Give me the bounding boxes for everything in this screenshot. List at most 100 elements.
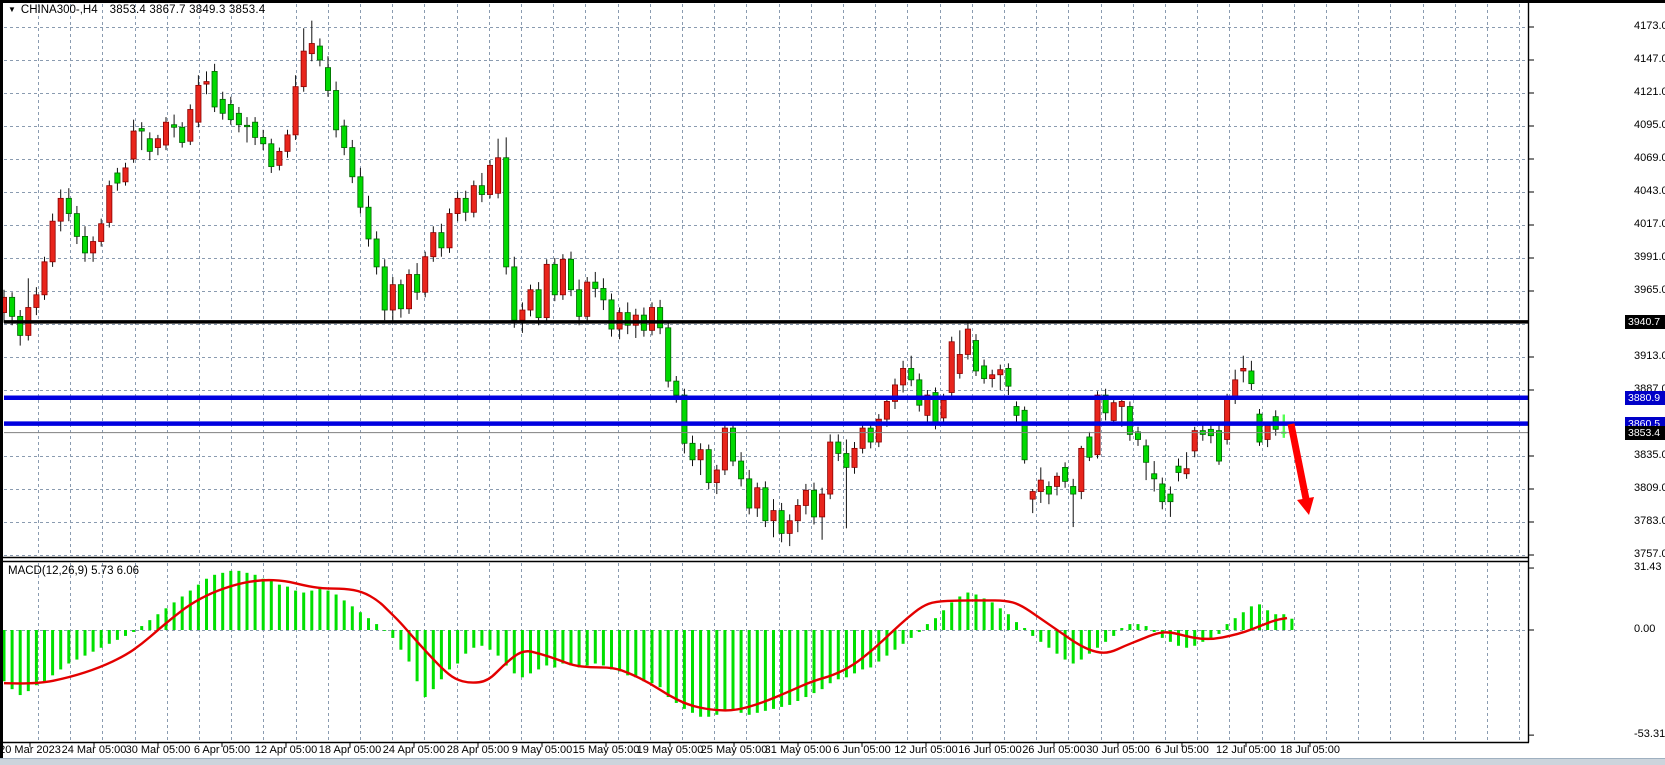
bull-candle-body (1225, 398, 1230, 440)
macd-histogram-bar (1282, 614, 1285, 630)
bull-candle-body (795, 505, 800, 520)
date-axis-label[interactable]: 16 Jun 05:00 (958, 744, 1022, 756)
price-axis-label: 3991.0 (1634, 251, 1665, 263)
price-axis-label: 4121.0 (1634, 86, 1665, 98)
macd-histogram-bar (165, 608, 168, 630)
bull-candle-body (787, 521, 792, 534)
bull-candle-body (1192, 431, 1197, 451)
macd-histogram-bar (51, 630, 54, 675)
date-axis-label[interactable]: 15 May 05:00 (573, 744, 640, 756)
bear-candle-body (504, 158, 509, 267)
macd-histogram-bar (1242, 612, 1245, 630)
bear-candle-body (868, 428, 873, 442)
macd-name: MACD(12,26,9) (8, 565, 88, 577)
macd-indicator-label: MACD(12,26,9) 5.73 6.06 (8, 565, 139, 577)
bull-candle-body (698, 450, 703, 460)
macd-histogram-bar (667, 630, 670, 697)
bull-candle-body (1079, 448, 1084, 491)
bull-candle-body (423, 257, 428, 293)
symbol-info-bar[interactable]: ▼CHINA300-,H43853.4 3867.7 3849.3 3853.4 (8, 4, 265, 16)
macd-histogram-bar (950, 602, 953, 630)
macd-histogram-bar (1209, 630, 1212, 638)
bear-candle-body (82, 236, 87, 252)
macd-histogram-bar (367, 618, 370, 630)
date-axis-label[interactable]: 31 May 05:00 (765, 744, 832, 756)
bear-candle-body (568, 259, 573, 289)
macd-histogram-bar (942, 610, 945, 630)
bear-candle-body (1127, 406, 1132, 434)
bear-candle-body (690, 443, 695, 459)
macd-histogram-bar (11, 630, 14, 689)
macd-histogram-bar (545, 630, 548, 665)
bear-candle-body (382, 267, 387, 310)
date-axis-label[interactable]: 12 Jun 05:00 (894, 744, 958, 756)
macd-histogram-bar (19, 630, 22, 695)
date-axis-label[interactable]: 18 Apr 05:00 (319, 744, 381, 756)
date-axis-label[interactable]: 12 Jul 05:00 (1216, 744, 1276, 756)
bear-candle-body (66, 198, 71, 213)
date-axis-label[interactable]: 6 Apr 05:00 (194, 744, 250, 756)
bear-candle-body (220, 99, 225, 113)
macd-histogram-bar (399, 630, 402, 650)
bear-candle-body (779, 511, 784, 534)
symbol-dropdown-icon[interactable]: ▼ (8, 5, 16, 14)
macd-histogram-bar (197, 585, 200, 630)
date-axis-label[interactable]: 30 Mar 05:00 (126, 744, 191, 756)
macd-axis-label: 31.43 (1634, 561, 1662, 573)
date-axis-label[interactable]: 25 May 05:00 (701, 744, 768, 756)
bull-candle-body (50, 221, 55, 262)
macd-histogram-bar (262, 579, 265, 630)
date-axis-label[interactable]: 28 Apr 05:00 (447, 744, 509, 756)
bear-candle-body (982, 366, 987, 379)
macd-histogram-bar (359, 612, 362, 630)
macd-histogram-bar (1185, 630, 1188, 648)
macd-histogram-bar (480, 630, 483, 646)
macd-histogram-bar (1161, 630, 1164, 638)
bull-candle-body (1054, 476, 1059, 486)
macd-histogram-bar (472, 630, 475, 648)
date-axis-label[interactable]: 24 Mar 05:00 (62, 744, 127, 756)
horizontal-scrollbar-strip[interactable] (0, 758, 1665, 765)
price-axis-label: 4017.0 (1634, 218, 1665, 230)
date-axis-label[interactable]: 6 Jul 05:00 (1155, 744, 1209, 756)
macd-histogram-bar (861, 630, 864, 669)
chart-canvas[interactable] (0, 0, 1665, 765)
macd-histogram-bar (505, 630, 508, 665)
macd-histogram-bar (1056, 630, 1059, 654)
date-axis-label[interactable]: 30 Jun 05:00 (1086, 744, 1150, 756)
bear-candle-body (682, 395, 687, 443)
macd-histogram-bar (100, 630, 103, 648)
bull-candle-body (1241, 368, 1246, 371)
macd-histogram-bar (732, 630, 735, 711)
date-axis-label[interactable]: 6 Jun 05:00 (833, 744, 891, 756)
bear-candle-body (334, 90, 339, 129)
bear-candle-body (463, 198, 468, 212)
macd-histogram-bar (1007, 614, 1010, 630)
bull-candle-body (204, 82, 209, 85)
bear-candle-body (1022, 410, 1027, 459)
macd-histogram-bar (586, 630, 589, 665)
macd-histogram-bar (124, 630, 127, 636)
date-axis-label[interactable]: 18 Jul 05:00 (1280, 744, 1340, 756)
date-axis-label[interactable]: 19 May 05:00 (637, 744, 704, 756)
macd-histogram-bar (1266, 610, 1269, 630)
date-axis-label[interactable]: 12 Apr 05:00 (255, 744, 317, 756)
date-axis-label[interactable]: 24 Apr 05:00 (383, 744, 445, 756)
bear-candle-body (1152, 474, 1157, 479)
bull-candle-body (585, 282, 590, 316)
bear-candle-body (706, 450, 711, 483)
macd-histogram-bar (999, 608, 1002, 630)
bull-candle-body (852, 448, 857, 467)
macd-histogram-bar (651, 630, 654, 683)
date-axis-label[interactable]: 26 Jun 05:00 (1022, 744, 1086, 756)
macd-histogram-bar (910, 630, 913, 638)
macd-histogram-bar (92, 630, 95, 652)
macd-histogram-bar (561, 630, 564, 664)
bear-candle-body (1168, 494, 1173, 502)
date-axis-label[interactable]: 20 Mar 2023 (0, 744, 61, 756)
bull-candle-body (714, 470, 719, 483)
date-axis-label[interactable]: 9 May 05:00 (512, 744, 573, 756)
macd-histogram-bar (642, 630, 645, 681)
macd-histogram-bar (75, 630, 78, 660)
price-axis-label: 3965.0 (1634, 284, 1665, 296)
